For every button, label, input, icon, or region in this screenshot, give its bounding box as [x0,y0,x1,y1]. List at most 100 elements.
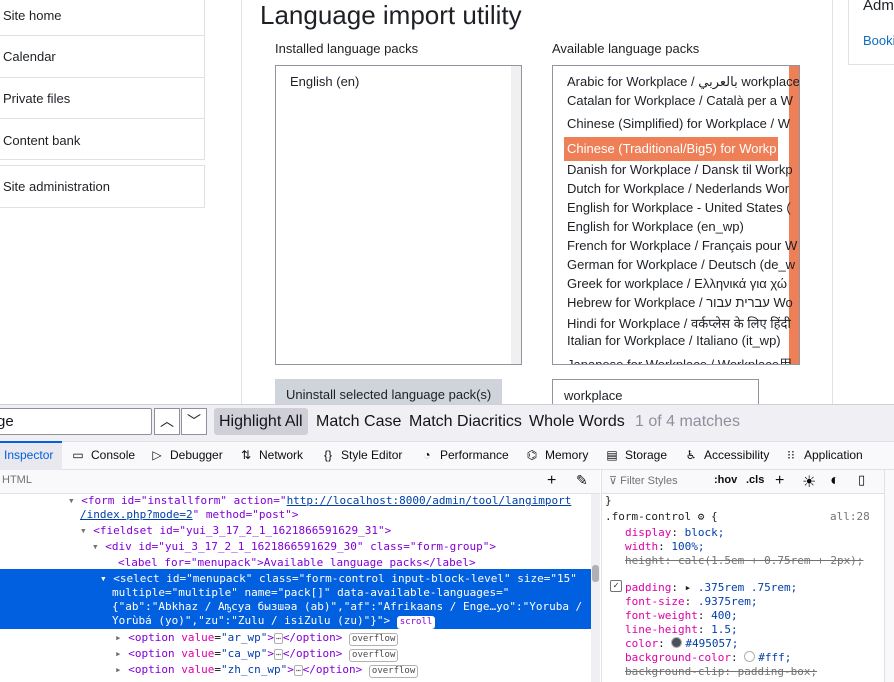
markup-line-option[interactable]: ▸ <option value="ar_wp"> ⋯ </option> overf… [115,631,399,646]
list-item[interactable]: Italian for Workplace / Italiano (it_wp) [567,333,781,348]
ellipsis-badge[interactable]: ⋯ [273,649,283,660]
print-media-icon[interactable]: ▯ [858,472,865,488]
tab-inspector[interactable]: Inspector [4,441,53,470]
list-item[interactable]: German for Workplace / Deutsch (de_w [567,257,795,272]
find-previous-button[interactable]: ︿ [154,408,180,435]
list-item[interactable]: Hindi for Workplace / वर्कप्लेस के लिए ह… [567,314,791,332]
highlight-all-button[interactable]: Highlight All [214,408,308,435]
css-value: #fff; [758,651,792,664]
list-item[interactable]: Danish for Workplace / Dansk til Workp [567,162,793,177]
tab-network[interactable]: ⇅ Network [238,441,303,470]
dark-theme-icon[interactable]: ◐ [830,472,840,490]
match-diacritics-button[interactable]: Match Diacritics [404,408,527,435]
light-theme-icon[interactable]: ☀ [802,472,816,492]
markup-scrollbar-thumb[interactable] [592,565,599,582]
tab-style-editor[interactable]: {} Style Editor [320,441,402,470]
list-item-selected[interactable]: Chinese (Traditional/Big5) for Workp [564,137,778,161]
installed-listbox[interactable]: English (en) [275,65,522,365]
tab-console[interactable]: ▭ Console [70,441,135,470]
declaration-checkbox[interactable]: ✓ [610,580,622,592]
markup-line-option[interactable]: ▸ <option value="ca_wp"> ⋯ </option> overf… [115,647,399,662]
list-item[interactable]: Arabic for Workplace / بالعربي workplace [567,74,799,90]
color-swatch[interactable] [671,637,683,648]
list-item[interactable]: Japanese for Workplace / Workplace用 [567,354,792,364]
scroll-badge[interactable]: scroll [396,616,436,629]
css-declaration[interactable]: height: calc(1.5em + 0.75rem + 2px); [625,554,863,567]
list-item[interactable]: English for Workplace - United States ( [567,200,791,215]
scrollbar[interactable] [511,66,521,364]
match-case-button[interactable]: Match Case [311,408,406,435]
nav-item-site-administration[interactable]: Site administration [3,179,110,194]
list-item[interactable]: Catalan for Workplace / Català per a W [567,93,793,108]
overflow-badge[interactable]: overflow [349,649,399,662]
rules-view: } .form-control ⚙ { all:28 display: bloc… [601,494,894,682]
expand-icon[interactable]: ▸ [115,631,128,644]
css-declaration[interactable]: color: #495057; [625,637,738,650]
html-search-input[interactable]: HTML [2,474,32,486]
css-declaration[interactable]: background-clip: padding-box; [625,665,817,678]
css-declaration[interactable]: padding: ▸ .375rem .75rem; [625,581,797,594]
tab-storage[interactable]: ▤ Storage [604,441,667,470]
css-value: #495057; [685,637,739,650]
ellipsis-badge[interactable]: ⋯ [293,665,303,676]
hov-toggle[interactable]: :hov [714,474,737,486]
tab-memory[interactable]: ⌬ Memory [524,441,589,470]
find-next-button[interactable]: ﹀ [181,408,207,435]
rule-source[interactable]: all:28 [830,510,870,523]
css-declaration[interactable]: background-color: #fff; [625,651,791,664]
whole-words-button[interactable]: Whole Words [524,408,630,435]
css-declaration[interactable]: line-height: 1.5; [625,623,738,636]
css-value: 1.5; [711,623,738,636]
tab-performance[interactable]: ◔ Performance [419,441,508,470]
bookings-link[interactable]: Booki [863,33,894,48]
overflow-badge[interactable]: overflow [349,633,399,646]
markup-line-form[interactable]: ▾ <form id="installform" action="http://… [68,494,571,507]
list-item[interactable]: Greek for workplace / Ελληνικά για χώ [567,276,787,291]
available-listbox[interactable]: Arabic for Workplace / بالعربي workplace… [552,65,800,365]
list-item[interactable]: Hebrew for Workplace / עברית עבור Wo [567,295,793,310]
filter-styles-input[interactable]: ⊽ Filter Styles [609,474,678,487]
tab-accessibility[interactable]: ♿ Accessibility [683,441,770,470]
css-declaration[interactable]: font-weight: 400; [625,609,738,622]
rule-selector[interactable]: .form-control ⚙ { [605,510,718,523]
nav-item-site-home[interactable]: Site home [3,8,62,23]
list-item[interactable]: Chinese (Simplified) for Workplace / W [567,116,790,131]
expand-icon[interactable]: ▸ [685,581,698,594]
ellipsis-badge[interactable]: ⋯ [273,633,283,644]
form-action-link[interactable]: /index.php?mode=2 [80,508,193,521]
tab-application[interactable]: ⁝⁝ Application [783,441,863,470]
overflow-badge[interactable]: overflow [368,665,419,678]
nav-item-private-files[interactable]: Private files [3,91,70,106]
list-item[interactable]: French for Workplace / Français pour W [567,238,797,253]
form-action-link[interactable]: http://localhost:8000/admin/tool/langimp… [287,494,572,507]
eyedropper-icon[interactable]: ✎ [576,472,588,489]
find-input[interactable]: ge [0,408,152,435]
cls-toggle[interactable]: .cls [746,474,764,486]
markup-scrollbar[interactable] [591,494,600,682]
storage-icon: ▤ [606,448,618,462]
css-declaration[interactable]: font-size: .9375rem; [625,595,757,608]
nav-item-calendar[interactable]: Calendar [3,49,56,64]
add-node-icon[interactable]: + [547,472,556,490]
nav-item-content-bank[interactable]: Content bank [3,133,80,148]
add-rule-icon[interactable]: + [775,472,784,490]
tab-label: Style Editor [341,448,403,462]
filter-styles-placeholder: Filter Styles [620,475,678,487]
markup-line-fieldset[interactable]: ▾ <fieldset id="yui_3_17_2_1_16218665916… [80,524,391,537]
color-swatch[interactable] [744,651,756,662]
tab-debugger[interactable]: ▷ Debugger [149,441,222,470]
list-item[interactable]: Dutch for Workplace / Nederlands Wor [567,181,789,196]
markup-line-option[interactable]: ▸ <option value="zh_cn_wp"> ⋯ </option> ov… [115,663,419,678]
installed-label: Installed language packs [275,41,419,56]
css-property: padding [625,581,672,594]
memory-icon: ⌬ [526,448,538,462]
list-item[interactable]: English (en) [290,74,359,89]
markup-line-label[interactable]: <label for="menupack">Available language… [118,556,476,569]
markup-line-div[interactable]: ▾ <div id="yui_3_17_2_1_1621866591629_30… [92,540,496,553]
gear-icon[interactable]: ⚙ [698,510,705,523]
css-declaration[interactable]: width: 100%; [625,540,705,553]
list-item[interactable]: English for Workplace (en_wp) [567,219,744,234]
expand-icon[interactable]: ▸ [115,663,128,676]
css-declaration[interactable]: display: block; [625,526,724,539]
expand-icon[interactable]: ▸ [115,647,128,660]
